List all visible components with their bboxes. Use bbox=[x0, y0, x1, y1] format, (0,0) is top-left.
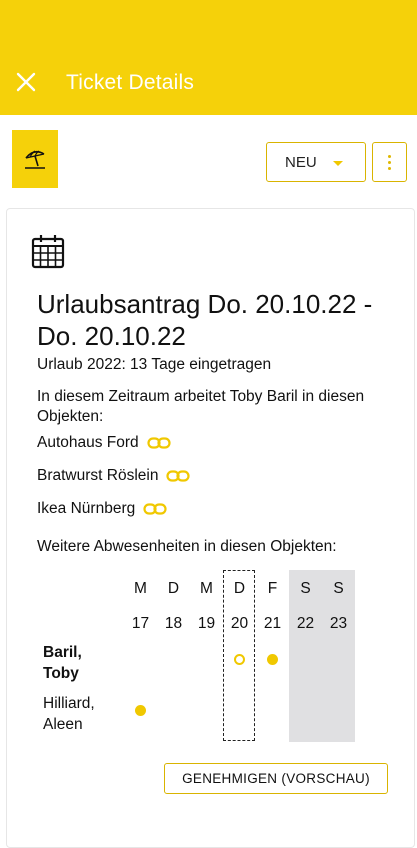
link-icon bbox=[147, 437, 171, 449]
objects-intro: In diesem Zeitraum arbeitet Toby Baril i… bbox=[37, 388, 365, 425]
person-row-label: Baril, Toby bbox=[43, 642, 82, 684]
person-firstname: Aleen bbox=[43, 716, 83, 733]
day-number: 21 bbox=[263, 615, 282, 632]
day-number: 22 bbox=[296, 615, 315, 632]
absences-label: Weitere Abwesenheiten in diesen Objekten… bbox=[37, 538, 337, 555]
day-number: 19 bbox=[197, 615, 216, 632]
more-vertical-icon-dot bbox=[388, 166, 391, 170]
app-bar: Ticket Details bbox=[0, 0, 417, 115]
page-title: Ticket Details bbox=[66, 71, 195, 94]
day-letter: D bbox=[167, 580, 180, 597]
more-options-button[interactable] bbox=[372, 142, 407, 182]
absence-dot bbox=[135, 705, 146, 716]
person-lastname: Baril, bbox=[43, 644, 82, 661]
beach-umbrella-icon bbox=[25, 150, 45, 169]
approve-preview-button[interactable]: GENEHMIGEN (VORSCHAU) bbox=[164, 763, 388, 794]
absence-dot bbox=[234, 654, 245, 665]
day-number: 20 bbox=[230, 615, 249, 632]
person-row-label: Hilliard, Aleen bbox=[43, 693, 95, 735]
day-letter: S bbox=[300, 580, 311, 597]
day-number: 18 bbox=[164, 615, 183, 632]
link-icon bbox=[143, 503, 167, 515]
person-firstname: Toby bbox=[43, 665, 79, 682]
person-lastname: Hilliard, bbox=[43, 695, 95, 712]
object-name: Bratwurst Röslein bbox=[37, 467, 159, 484]
vacation-summary: Urlaub 2022: 13 Tage eingetragen bbox=[37, 356, 272, 373]
chevron-down-icon bbox=[333, 161, 343, 166]
day-letter: M bbox=[200, 580, 213, 597]
more-vertical-icon bbox=[388, 154, 391, 158]
calendar-icon bbox=[31, 235, 65, 269]
more-vertical-icon-dot bbox=[388, 160, 391, 164]
object-link-bratwurst-roeslein[interactable]: Bratwurst Röslein bbox=[37, 467, 191, 485]
object-name: Autohaus Ford bbox=[37, 434, 139, 451]
object-name: Ikea Nürnberg bbox=[37, 500, 136, 517]
ticket-headline: Urlaubsantrag Do. 20.10.22 - Do. 20.10.2… bbox=[37, 289, 373, 351]
day-letter: S bbox=[333, 580, 344, 597]
object-link-autohaus-ford[interactable]: Autohaus Ford bbox=[37, 434, 171, 452]
ticket-type-badge bbox=[12, 130, 58, 188]
object-link-ikea-nuernberg[interactable]: Ikea Nürnberg bbox=[37, 500, 167, 518]
day-letter: F bbox=[267, 580, 278, 597]
absence-dot bbox=[267, 654, 278, 665]
close-icon[interactable] bbox=[14, 70, 38, 94]
status-value: NEU bbox=[285, 154, 317, 171]
day-letter: M bbox=[134, 580, 147, 597]
status-dropdown[interactable]: NEU bbox=[266, 142, 366, 182]
day-number: 23 bbox=[329, 615, 348, 632]
day-number: 17 bbox=[131, 615, 150, 632]
day-letter: D bbox=[233, 580, 246, 597]
link-icon bbox=[166, 470, 191, 482]
